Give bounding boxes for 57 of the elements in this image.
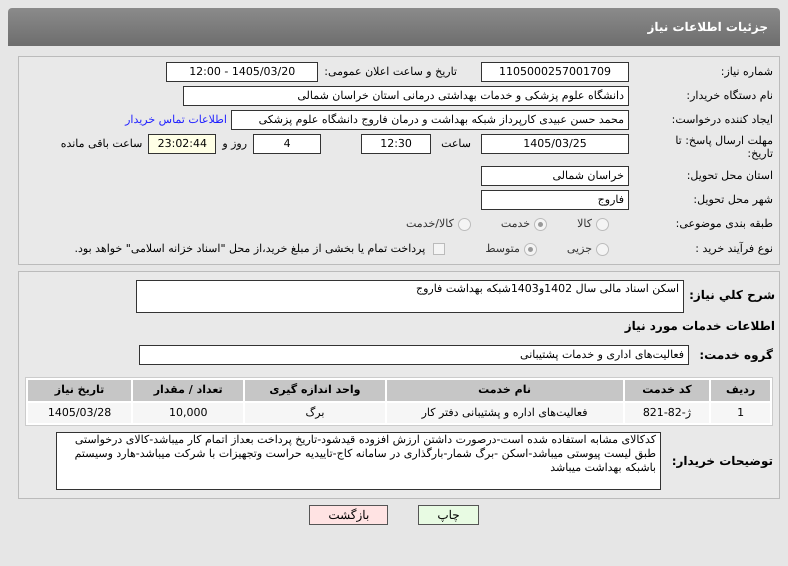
table-cell: برگ bbox=[245, 403, 384, 423]
text-field[interactable]: 12:30 bbox=[361, 134, 432, 154]
page-title: جزئیات اطلاعات نیاز bbox=[647, 19, 768, 36]
text-field[interactable]: فعالیت‌های اداری و خدمات پشتیبانی bbox=[139, 345, 689, 365]
table-cell: ژ-82-821 bbox=[624, 403, 710, 423]
radio-button[interactable] bbox=[534, 218, 548, 230]
text-field[interactable]: 1405/03/25 bbox=[481, 134, 629, 154]
radio-label: جزیی bbox=[566, 240, 592, 257]
radio-button[interactable] bbox=[458, 218, 471, 230]
table-cell: فعالیت‌های اداره و پشتیبانی دفتر کار bbox=[386, 403, 623, 423]
field-label: ساعت باقی مانده bbox=[60, 136, 142, 152]
text-field[interactable]: 4 bbox=[253, 134, 322, 154]
radio-button[interactable] bbox=[524, 242, 537, 256]
column-header: نام خدمت bbox=[386, 380, 623, 401]
column-header: تاریخ نیاز bbox=[28, 380, 132, 401]
description-area[interactable]: اسکن اسناد مالی سال 1402و1403شبکه بهداشت فاروج bbox=[136, 280, 684, 313]
text-field[interactable]: 1405/03/20 - 12:00 bbox=[166, 62, 318, 82]
field-label: نوع فرآیند خرید : bbox=[694, 240, 774, 257]
field-label: مهلت ارسال پاسخ: تا تاریخ: bbox=[674, 134, 774, 160]
field-label: روز و bbox=[222, 136, 248, 152]
text-field[interactable]: خراسان شمالی bbox=[481, 166, 629, 186]
radio-label: کالا/خدمت bbox=[406, 216, 454, 232]
section-title: اطلاعات خدمات مورد نياز bbox=[623, 318, 776, 335]
field-label: توضیحات خریدار: bbox=[670, 453, 774, 470]
text-field[interactable]: دانشگاه علوم پزشکی و خدمات بهداشتی درمانی استان خراسان شمالی bbox=[183, 86, 629, 106]
radio-button[interactable] bbox=[596, 242, 609, 256]
text-field[interactable]: محمد حسن عبیدی کارپرداز شبکه بهداشت و درمان فاروج دانشگاه علوم پزشکی bbox=[231, 110, 629, 130]
radio-label: خدمت bbox=[500, 216, 530, 232]
column-header: واحد اندازه گیری bbox=[245, 380, 384, 401]
field-label: نام دستگاه خریدار: bbox=[685, 88, 774, 104]
notes-area[interactable]: کدکالای مشابه استفاده شده است-درصورت داشتن ارزش افزوده قیدشود-تاریخ پرداخت بعداز اتمام کار میباشد-کالای درخواستی طبق لیست پیوستی میباشد-اسکن -برگ شمار-بارگذاری در سامانه کاج-تاییدیه حراست وتجهیزات با شرکت میباشد-هارد وسیستم باشبکه بهداشت میباشد bbox=[56, 432, 661, 490]
field-label: ساعت bbox=[441, 136, 471, 152]
checkbox-label: پرداخت تمام یا بخشی از مبلغ خرید،از محل "اسناد خزانه اسلامی" خواهد بود. bbox=[74, 240, 426, 257]
radio-label: متوسط bbox=[485, 240, 520, 257]
checkbox[interactable] bbox=[433, 243, 446, 255]
contact-link[interactable]: اطلاعات تماس خریدار bbox=[125, 112, 227, 128]
field-label: طبقه بندی موضوعی: bbox=[674, 216, 774, 232]
table-cell: 10,000 bbox=[133, 403, 244, 423]
field-label: استان محل تحویل: bbox=[686, 168, 774, 184]
table-cell: 1405/03/28 bbox=[28, 403, 132, 423]
text-field[interactable]: فاروج bbox=[481, 190, 629, 210]
column-header: تعداد / مقدار bbox=[133, 380, 244, 401]
field-label: شهر محل تحویل: bbox=[692, 192, 774, 208]
radio-label: کالا bbox=[577, 216, 592, 232]
column-header: ردیف bbox=[711, 380, 770, 401]
text-field[interactable]: 23:02:44 bbox=[148, 134, 216, 154]
field-label: تاریخ و ساعت اعلان عمومی: bbox=[324, 64, 457, 80]
text-field[interactable]: 1105000257001709 bbox=[481, 62, 629, 82]
table-cell: 1 bbox=[711, 403, 770, 423]
field-label: گروه خدمت: bbox=[698, 347, 774, 364]
back-button[interactable]: بازگشت bbox=[309, 505, 388, 525]
field-label: شماره نیاز: bbox=[720, 64, 774, 80]
radio-button[interactable] bbox=[596, 218, 609, 230]
field-label: شرح کلي نياز: bbox=[688, 287, 776, 304]
column-header: کد خدمت bbox=[624, 380, 710, 401]
field-label: ایجاد کننده درخواست: bbox=[670, 112, 774, 128]
print-button[interactable]: چاپ bbox=[418, 505, 479, 525]
